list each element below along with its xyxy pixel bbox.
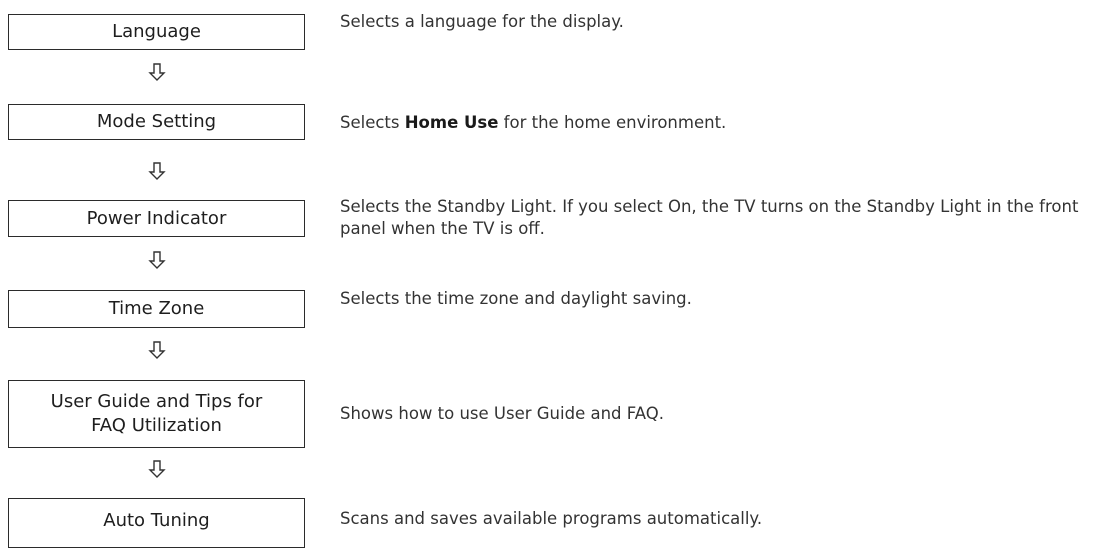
step-label-auto-tuning: Auto Tuning	[103, 510, 210, 531]
step-label-mode-setting: Mode Setting	[96, 111, 217, 132]
step-box-mode-setting: Mode Setting	[8, 104, 305, 140]
down-arrow-icon	[147, 62, 167, 82]
step-label-language: Language	[112, 21, 201, 42]
step-description-auto-tuning: Scans and saves available programs autom…	[340, 509, 763, 528]
step-description-power-indicator: Selects the Standby Light. If you select…	[340, 197, 1079, 238]
step-label-time-zone: Time Zone	[108, 298, 205, 319]
step-label-power-indicator: Power Indicator	[86, 207, 227, 229]
step-box-auto-tuning: Auto Tuning	[8, 498, 305, 548]
description-suffix: for the home environment.	[498, 113, 727, 132]
description-prefix: Selects	[340, 113, 405, 132]
down-arrow-icon	[147, 250, 167, 270]
down-arrow-icon	[147, 340, 167, 360]
down-arrow-icon	[147, 161, 167, 181]
step-description-language: Selects a language for the display.	[340, 12, 624, 31]
step-box-language: Language	[8, 14, 305, 50]
down-arrow-icon	[147, 459, 167, 479]
step-label-user-guide-line2: FAQ Utilization	[91, 415, 222, 436]
step-description-user-guide: Shows how to use User Guide and FAQ.	[340, 404, 664, 423]
step-box-power-indicator: Power Indicator	[8, 200, 305, 237]
step-box-user-guide: User Guide and Tips for FAQ Utilization	[8, 380, 305, 448]
step-description-time-zone: Selects the time zone and daylight savin…	[340, 289, 692, 308]
step-label-user-guide-line1: User Guide and Tips for	[50, 391, 263, 412]
step-box-time-zone: Time Zone	[8, 290, 305, 328]
step-description-mode-setting: Selects Home Use for the home environmen…	[340, 112, 1105, 134]
description-bold-home-use: Home Use	[404, 113, 499, 132]
